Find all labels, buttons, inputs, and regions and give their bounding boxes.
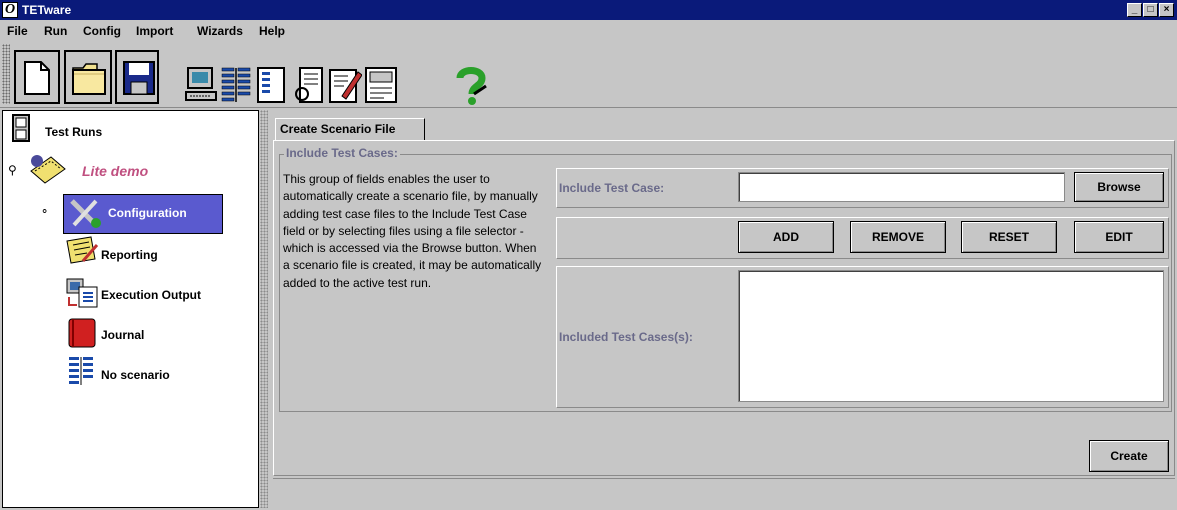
journal-book-icon xyxy=(68,318,96,348)
create-button[interactable]: Create xyxy=(1089,440,1169,472)
menu-run[interactable]: Run xyxy=(44,23,67,39)
open-folder-button[interactable] xyxy=(64,50,112,104)
tree-item-execution-output[interactable]: Execution Output xyxy=(101,287,201,303)
execution-output-icon xyxy=(66,278,98,308)
menu-import[interactable]: Import xyxy=(136,23,173,39)
tree-item-configuration-label: Configuration xyxy=(108,206,187,220)
window-title: TETware xyxy=(22,3,72,17)
save-button[interactable] xyxy=(115,50,159,104)
edit-button[interactable]: EDIT xyxy=(1074,221,1164,253)
menu-config[interactable]: Config xyxy=(83,23,121,39)
journal-icon xyxy=(295,67,323,103)
file-cabinet-icon xyxy=(12,114,30,142)
journal-button[interactable] xyxy=(290,64,326,104)
expand-toggle-icon[interactable]: ⚬ xyxy=(40,205,49,218)
scenario-list-button[interactable] xyxy=(254,64,290,104)
edit-document-icon xyxy=(329,69,362,103)
app-logo-icon: O xyxy=(2,2,18,18)
toolbar-grip[interactable] xyxy=(2,44,10,104)
tab-create-scenario-file[interactable]: Create Scenario File xyxy=(275,118,425,140)
scenario-list-icon xyxy=(257,67,285,103)
splitter-handle[interactable] xyxy=(260,110,268,508)
scenario-icon xyxy=(221,67,251,102)
tree-root-test-runs[interactable]: Test Runs xyxy=(45,124,102,140)
included-test-cases-list[interactable] xyxy=(738,270,1164,402)
minimize-button[interactable]: _ xyxy=(1127,3,1142,17)
open-folder-icon xyxy=(72,63,106,95)
toolbar xyxy=(0,42,1177,108)
expand-toggle-icon[interactable]: ⚲ xyxy=(8,163,17,177)
reset-button[interactable]: RESET xyxy=(961,221,1057,253)
group-title: Include Test Cases: xyxy=(284,146,400,160)
remove-button[interactable]: REMOVE xyxy=(850,221,946,253)
add-button[interactable]: ADD xyxy=(738,221,834,253)
include-test-case-input[interactable] xyxy=(738,172,1065,202)
maximize-button[interactable]: □ xyxy=(1143,3,1158,17)
tree-item-journal[interactable]: Journal xyxy=(101,327,144,343)
menu-help[interactable]: Help xyxy=(259,23,285,39)
include-test-case-label: Include Test Case: xyxy=(559,181,665,195)
tree-item-reporting[interactable]: Reporting xyxy=(101,247,158,263)
included-test-cases-label: Included Test Cases(s): xyxy=(559,330,693,344)
report-icon xyxy=(365,67,397,103)
new-document-icon xyxy=(24,61,50,95)
group-description: This group of fields enables the user to… xyxy=(283,172,542,290)
status-bar xyxy=(273,478,1175,508)
test-runs-tree[interactable]: Test Runs ⚲ Lite demo ⚬ Configuration Re… xyxy=(2,110,259,508)
reporting-icon xyxy=(66,236,99,264)
help-icon xyxy=(456,67,487,105)
edit-document-button[interactable] xyxy=(326,64,362,104)
menu-wizards[interactable]: Wizards xyxy=(197,23,243,39)
tree-run-lite-demo[interactable]: Lite demo xyxy=(82,163,148,179)
save-disk-icon xyxy=(123,61,155,95)
menu-bar xyxy=(0,20,1177,42)
lite-demo-icon xyxy=(30,155,66,184)
help-button[interactable] xyxy=(452,64,488,105)
no-scenario-icon xyxy=(69,357,93,385)
tree-item-no-scenario[interactable]: No scenario xyxy=(101,367,170,383)
report-button[interactable] xyxy=(362,64,398,104)
browse-button[interactable]: Browse xyxy=(1074,172,1164,202)
tree-item-configuration[interactable]: Configuration xyxy=(63,194,223,234)
title-bar xyxy=(0,0,1177,20)
scenario-button[interactable] xyxy=(218,64,254,104)
menu-file[interactable]: File xyxy=(7,23,28,39)
configuration-tools-icon xyxy=(70,199,101,228)
computer-icon xyxy=(185,67,217,101)
new-document-button[interactable] xyxy=(14,50,60,104)
close-button[interactable]: × xyxy=(1159,3,1174,17)
computer-button[interactable] xyxy=(182,64,218,104)
